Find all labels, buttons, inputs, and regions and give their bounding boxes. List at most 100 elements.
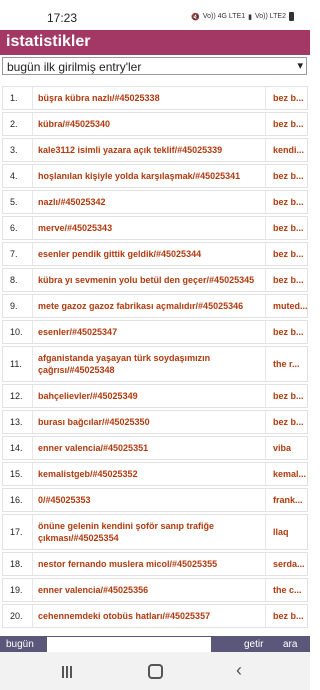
table-row: 6. merve/#45025343 bez b... (2, 216, 308, 240)
row-number: 10. (3, 321, 33, 343)
row-number: 16. (3, 489, 33, 511)
table-row: 17. önüne gelenin kendini şoför sanıp tra… (2, 514, 308, 550)
table-row: 1. büşra kübra nazlı/#45025338 bez b... (2, 86, 308, 110)
entry-link[interactable]: kübra yı sevmenin yolu betül den geçer/#… (34, 269, 266, 291)
entry-link[interactable]: enner valencia/#45025351 (34, 437, 266, 459)
author-link[interactable]: bez b... (267, 243, 309, 265)
row-number: 12. (3, 385, 33, 407)
entry-link[interactable]: önüne gelenin kendini şoför sanıp trafiğ… (34, 515, 266, 549)
mute-icon: 🔇 (191, 13, 200, 21)
entry-link[interactable]: enner valencia/#45025356 (34, 579, 266, 601)
table-row: 7. esenler pendik gittik geldik/#45025344… (2, 242, 308, 266)
row-number: 1. (3, 87, 33, 109)
status-bar: 17:23 🔇 Vo)) 4G LTE1 ▮ Vo)) LTE2 (0, 0, 310, 30)
stats-type-select[interactable]: bugün ilk girilmiş entry'ler ▾ (2, 57, 307, 75)
table-row: 16. 0/#45025353 frank... (2, 488, 308, 512)
row-number: 17. (3, 515, 33, 549)
signal-icon: ▮ (248, 13, 252, 21)
select-value: bugün ilk girilmiş entry'ler (7, 60, 142, 74)
author-link[interactable]: muted... (267, 295, 309, 317)
row-number: 15. (3, 463, 33, 485)
entry-link[interactable]: mete gazoz gazoz fabrikası açmalıdır/#45… (34, 295, 266, 317)
author-link[interactable]: bez b... (267, 87, 309, 109)
author-link[interactable]: the c... (267, 579, 309, 601)
entry-link[interactable]: büşra kübra nazlı/#45025338 (34, 87, 266, 109)
table-row: 12. bahçelievler/#45025349 bez b... (2, 384, 308, 408)
bottom-bar: bugün getir ara (0, 636, 310, 653)
author-link[interactable]: bez b... (267, 217, 309, 239)
row-number: 5. (3, 191, 33, 213)
entry-link[interactable]: bahçelievler/#45025349 (34, 385, 266, 407)
entry-link[interactable]: cehennemdeki otobüs hatları/#45025357 (34, 605, 266, 627)
row-number: 2. (3, 113, 33, 135)
row-number: 6. (3, 217, 33, 239)
network-1-label: Vo)) 4G LTE1 (202, 13, 246, 20)
author-link[interactable]: kendi... (267, 139, 309, 161)
author-link[interactable]: bez b... (267, 321, 309, 343)
author-link[interactable]: bez b... (267, 165, 309, 187)
author-link[interactable]: the r... (267, 347, 309, 381)
table-row: 20. cehennemdeki otobüs hatları/#45025357… (2, 604, 308, 628)
table-row: 2. kübra/#45025340 bez b... (2, 112, 308, 136)
home-icon[interactable] (148, 664, 163, 679)
author-link[interactable]: bez b... (267, 191, 309, 213)
network-2-label: Vo)) LTE2 (255, 13, 286, 20)
page-title: istatistikler (6, 33, 91, 50)
page-header: istatistikler (0, 30, 310, 55)
row-number: 9. (3, 295, 33, 317)
row-number: 8. (3, 269, 33, 291)
entry-link[interactable]: kale3112 isimli yazara açık teklif/#4502… (34, 139, 266, 161)
back-icon[interactable]: ‹ (236, 660, 242, 681)
table-row: 13. burası bağcılar/#45025350 bez b... (2, 410, 308, 434)
table-row: 19. enner valencia/#45025356 the c... (2, 578, 308, 602)
author-link[interactable]: kemal... (267, 463, 309, 485)
status-time: 17:23 (47, 11, 78, 25)
author-link[interactable]: bez b... (267, 269, 309, 291)
entry-link[interactable]: kübra/#45025340 (34, 113, 266, 135)
table-row: 4. hoşlanılan kişiyle yolda karşılaşmak/#… (2, 164, 308, 188)
entry-link[interactable]: 0/#45025353 (34, 489, 266, 511)
table-row: 8. kübra yı sevmenin yolu betül den geçer… (2, 268, 308, 292)
entry-link[interactable]: afganistanda yaşayan türk soydaşımızın ç… (34, 347, 266, 381)
row-number: 14. (3, 437, 33, 459)
table-row: 3. kale3112 isimli yazara açık teklif/#45… (2, 138, 308, 162)
status-icons: 🔇 Vo)) 4G LTE1 ▮ Vo)) LTE2 (191, 12, 294, 21)
table-row: 15. kemalistgeb/#45025352 kemal... (2, 462, 308, 486)
entry-link[interactable]: nazlı/#45025342 (34, 191, 266, 213)
row-number: 18. (3, 553, 33, 575)
entry-link[interactable]: nestor fernando muslera micol/#45025355 (34, 553, 266, 575)
row-number: 7. (3, 243, 33, 265)
row-number: 4. (3, 165, 33, 187)
table-row: 11. afganistanda yaşayan türk soydaşımızı… (2, 346, 308, 382)
getir-button[interactable]: getir (244, 639, 263, 650)
table-row: 10. esenler/#45025347 bez b... (2, 320, 308, 344)
ara-button[interactable]: ara (283, 639, 297, 650)
entry-link[interactable]: esenler pendik gittik geldik/#45025344 (34, 243, 266, 265)
recent-apps-icon[interactable] (62, 665, 74, 678)
author-link[interactable]: llaq (267, 515, 309, 549)
row-number: 11. (3, 347, 33, 381)
battery-icon (289, 12, 294, 21)
table-row: 5. nazlı/#45025342 bez b... (2, 190, 308, 214)
bottom-label: bugün (6, 639, 34, 650)
author-link[interactable]: bez b... (267, 113, 309, 135)
entry-link[interactable]: hoşlanılan kişiyle yolda karşılaşmak/#45… (34, 165, 266, 187)
author-link[interactable]: frank... (267, 489, 309, 511)
row-number: 19. (3, 579, 33, 601)
entry-link[interactable]: esenler/#45025347 (34, 321, 266, 343)
author-link[interactable]: bez b... (267, 385, 309, 407)
author-link[interactable]: serda... (267, 553, 309, 575)
android-nav-bar: ‹ (0, 652, 310, 690)
author-link[interactable]: bez b... (267, 411, 309, 433)
author-link[interactable]: bez b... (267, 605, 309, 627)
row-number: 20. (3, 605, 33, 627)
date-input[interactable] (47, 637, 211, 653)
table-row: 18. nestor fernando muslera micol/#450253… (2, 552, 308, 576)
entry-link[interactable]: burası bağcılar/#45025350 (34, 411, 266, 433)
entry-link[interactable]: merve/#45025343 (34, 217, 266, 239)
row-number: 13. (3, 411, 33, 433)
author-link[interactable]: viba (267, 437, 309, 459)
table-row: 9. mete gazoz gazoz fabrikası açmalıdır/#… (2, 294, 308, 318)
row-number: 3. (3, 139, 33, 161)
entry-link[interactable]: kemalistgeb/#45025352 (34, 463, 266, 485)
